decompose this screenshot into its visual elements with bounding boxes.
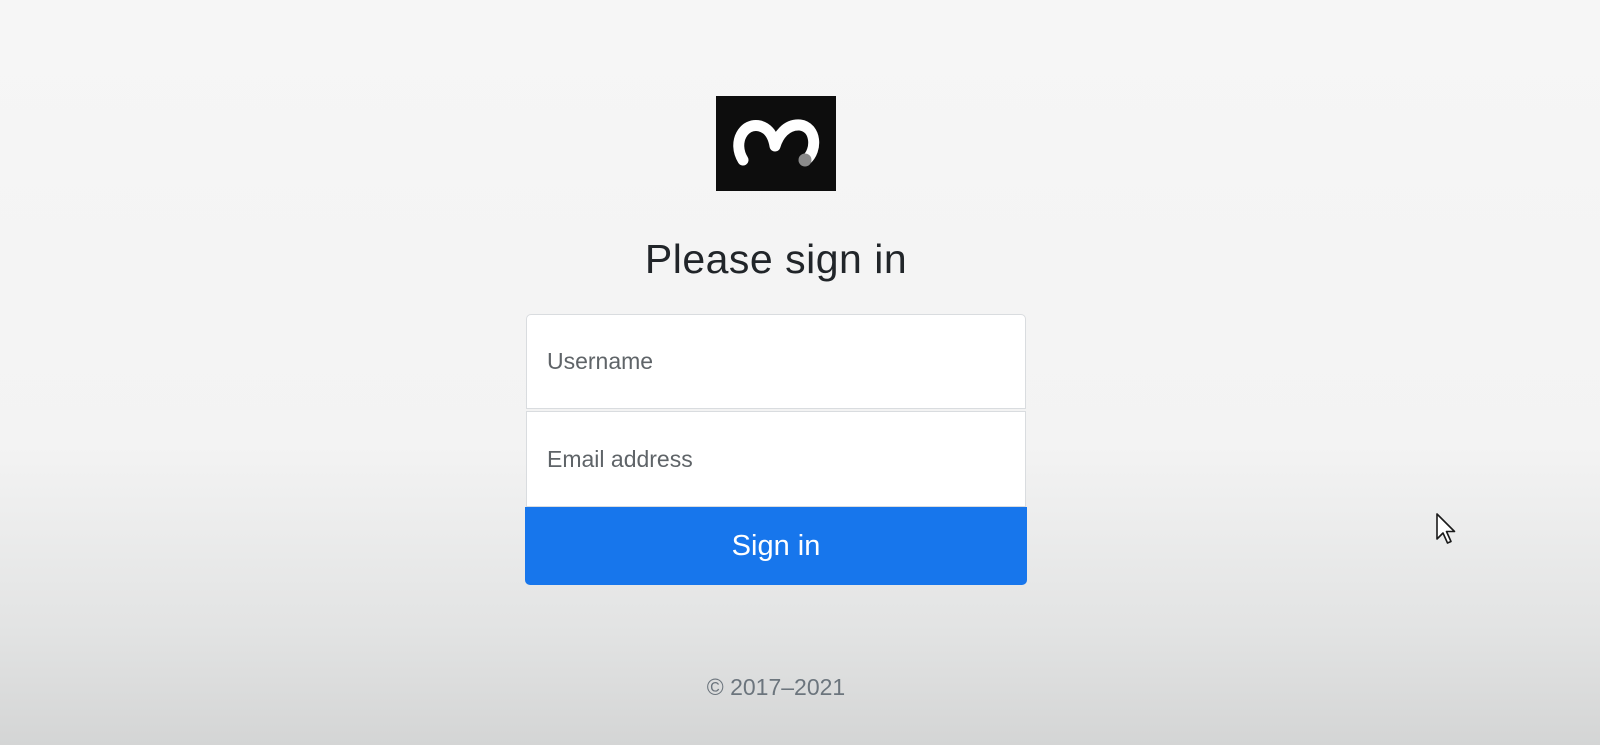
sign-in-button[interactable]: Sign in xyxy=(525,507,1027,585)
username-input[interactable] xyxy=(526,314,1026,409)
mouse-pointer-icon xyxy=(1436,513,1456,544)
email-input[interactable] xyxy=(526,411,1026,507)
m-logo-icon xyxy=(716,96,836,191)
m-logo-icon xyxy=(733,119,820,167)
page-title: Please sign in xyxy=(644,236,908,282)
copyright-footer: © 2017–2021 xyxy=(706,674,846,700)
